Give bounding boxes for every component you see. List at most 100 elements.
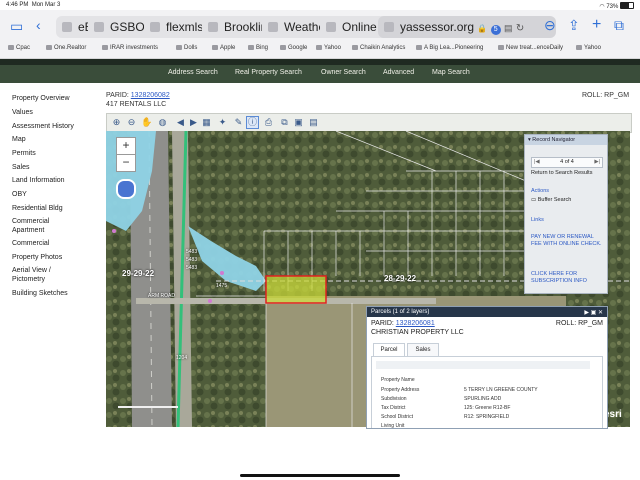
bookmark-new-treat[interactable]: New treat...enceDaily	[498, 45, 563, 51]
nav-address-search[interactable]: Address Search	[168, 69, 218, 76]
tab-sales[interactable]: Sales	[407, 343, 439, 357]
pan-hand-icon[interactable]: ✋	[141, 117, 152, 128]
measure-tool-icon[interactable]: ✎	[233, 117, 244, 128]
row-label-school-district: School District	[381, 414, 413, 420]
previous-extent-icon[interactable]: ◀	[175, 117, 186, 128]
print-tool-icon[interactable]: ⎙	[263, 117, 274, 128]
reload-icon[interactable]: ↻	[516, 23, 524, 34]
nav-real-property-search[interactable]: Real Property Search	[235, 69, 302, 76]
new-tab-icon[interactable]: +	[592, 17, 601, 33]
sidebar-item-assessment-history[interactable]: Assessment History	[12, 122, 74, 131]
map-zoom-out-button[interactable]: −	[116, 154, 136, 172]
sidebar-item-commercial[interactable]: Commercial	[12, 239, 49, 248]
share-icon[interactable]: ⇪	[568, 18, 580, 32]
maximize-icon[interactable]: ▣	[591, 310, 597, 316]
sidebar-item-building-sketches[interactable]: Building Sketches	[12, 289, 68, 298]
popup-parid-line: PARID: 1328206081	[371, 320, 435, 327]
sidebar-item-aerial-view[interactable]: Aerial View / Pictometry	[12, 266, 72, 284]
zoom-out-tool-icon[interactable]: ⊖	[126, 117, 137, 128]
nav-owner-search[interactable]: Owner Search	[321, 69, 366, 76]
map-label-address-5483a: 5483	[186, 249, 198, 255]
map-zoom-in-button[interactable]: +	[116, 137, 136, 155]
favicon-icon	[326, 22, 336, 32]
close-icon[interactable]: ✕	[598, 310, 603, 316]
bookmark-bing[interactable]: Bing	[248, 45, 268, 51]
select-tool-icon[interactable]: ✦	[217, 117, 228, 128]
nav-advanced[interactable]: Advanced	[383, 69, 414, 76]
favicon-icon	[268, 22, 278, 32]
basemap-tool-icon[interactable]: ▤	[308, 117, 319, 128]
bookmark-dolls[interactable]: Dolls	[176, 45, 197, 51]
sidebar-item-property-overview[interactable]: Property Overview	[12, 94, 70, 103]
back-icon[interactable]: ‹	[36, 18, 41, 32]
first-record-icon[interactable]: |◀	[534, 158, 540, 167]
favicon-icon	[94, 22, 104, 32]
next-feature-icon[interactable]: ▶	[584, 310, 589, 316]
last-record-icon[interactable]: ▶|	[594, 158, 600, 167]
popup-scroll-header	[376, 361, 590, 369]
row-value-property-address: 5 TERRY LN GREENE COUNTY	[464, 387, 538, 393]
parid-link[interactable]: 1328206082	[131, 92, 170, 99]
row-label-tax-district: Tax District	[381, 405, 406, 411]
buffer-icon: ▭	[531, 197, 537, 203]
return-to-search-link[interactable]: Return to Search Results	[531, 170, 592, 176]
sidebar-item-residential-bldg[interactable]: Residential Bldg	[12, 204, 63, 213]
status-battery: ◠ 73%	[599, 2, 634, 10]
sidebar-item-land-information[interactable]: Land Information	[12, 176, 65, 185]
tab-parcel[interactable]: Parcel	[373, 343, 405, 357]
popup-parid-link[interactable]: 1328206081	[396, 320, 435, 327]
bookmark-big-leap[interactable]: A Big Lea...Pioneering	[416, 45, 483, 51]
parcels-popup-header: Parcels (1 of 2 layers) ▶ ▣ ✕	[367, 307, 607, 317]
popup-roll: ROLL: RP_GM	[555, 320, 603, 327]
record-counter: |◀ 4 of 4 ▶|	[531, 157, 603, 168]
bookmark-chaikin[interactable]: Chaikin Analytics	[352, 45, 405, 51]
home-indicator[interactable]	[240, 474, 400, 477]
bookmark-yahoo-2[interactable]: Yahoo	[576, 45, 601, 51]
sidebar-item-property-photos[interactable]: Property Photos	[12, 253, 62, 262]
record-navigator: ▾ Record Navigator |◀ 4 of 4 ▶| Return t…	[524, 134, 608, 294]
sidebar-item-oby[interactable]: OBY	[12, 190, 27, 199]
bookmark-irar[interactable]: IRAR investments	[102, 45, 158, 51]
nav-map-search[interactable]: Map Search	[432, 69, 470, 76]
bookmark-one-realtor[interactable]: One.Realtor	[46, 45, 86, 51]
map-label-address-5483b: 5483	[186, 257, 198, 263]
bookmark-map-icon[interactable]: ▣	[293, 117, 304, 128]
sidebar-item-sales[interactable]: Sales	[12, 163, 30, 172]
map-label-section-east: 28-29-22	[384, 274, 417, 283]
reader-icon[interactable]: ▤	[504, 23, 513, 33]
buffer-search-button[interactable]: ▭ Buffer Search	[531, 197, 571, 203]
export-tool-icon[interactable]: ⧉	[279, 117, 290, 128]
bookmark-cpac[interactable]: Cpac	[8, 45, 30, 51]
bookmark-apple[interactable]: Apple	[212, 45, 235, 51]
sidebar-item-values[interactable]: Values	[12, 108, 33, 117]
map-label-road: ARM ROAD	[148, 293, 175, 299]
locate-icon[interactable]	[116, 179, 136, 199]
sidebar-toggle-icon[interactable]: ▭	[10, 19, 23, 33]
map-layers-icon[interactable]: ▦	[201, 117, 212, 128]
site-nav: Address Search Real Property Search Owne…	[0, 65, 640, 83]
sidebar-item-map[interactable]: Map	[12, 135, 26, 144]
battery-icon	[620, 2, 634, 9]
row-value-subdivision: SPURLING ADD	[464, 396, 502, 402]
map-label-section-west: 29-29-22	[122, 269, 155, 278]
record-navigator-header[interactable]: ▾ Record Navigator	[525, 135, 607, 145]
sidebar-item-permits[interactable]: Permits	[12, 149, 36, 158]
identify-info-icon[interactable]: ⓘ	[246, 116, 259, 129]
address-bar[interactable]: yassessor.org 🔒 5 ▤ ↻	[378, 16, 556, 38]
full-extent-globe-icon[interactable]: ◍	[157, 117, 168, 128]
next-extent-icon[interactable]: ▶	[188, 117, 199, 128]
parcels-popup: Parcels (1 of 2 layers) ▶ ▣ ✕ PARID: 132…	[366, 306, 608, 429]
sidebar-item-commercial-apartment[interactable]: Commercial Apartment	[12, 217, 72, 235]
map-label-address-5483c: 5483	[186, 265, 198, 271]
browser-toolbar: ▭ ‹ eB GSBOR flexmls Brooklin Weathe Onl…	[0, 10, 640, 59]
bookmark-google[interactable]: Google	[280, 45, 307, 51]
map-label-address-1204: 1204	[176, 355, 188, 361]
zoom-in-tool-icon[interactable]: ⊕	[111, 117, 122, 128]
download-icon[interactable]: ⊖	[544, 18, 556, 32]
tabs-overview-icon[interactable]: ⧉	[614, 18, 624, 32]
subscription-info-link[interactable]: CLICK HERE FOR SUBSCRIPTION INFO	[531, 271, 603, 285]
pay-fee-link[interactable]: PAY NEW OR RENEWAL FEE WITH ONLINE CHECK…	[531, 234, 603, 248]
extension-badge[interactable]: 5	[490, 25, 501, 35]
bookmark-yahoo[interactable]: Yahoo	[316, 45, 341, 51]
parid-line: PARID: 1328206082	[106, 92, 170, 99]
